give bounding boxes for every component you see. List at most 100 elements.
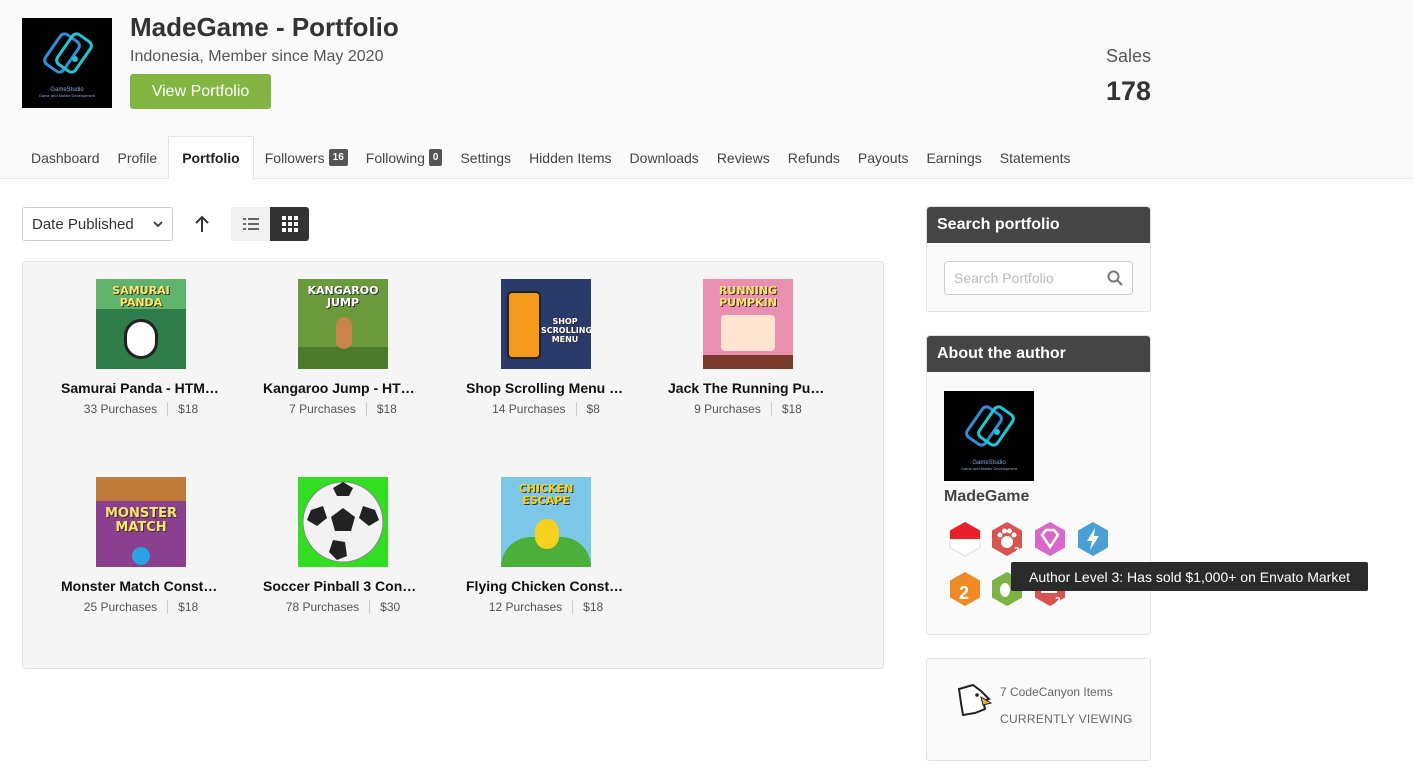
tab-label: Reviews [716, 149, 770, 166]
search-panel-title: Search portfolio [927, 207, 1150, 243]
item-title[interactable]: Soccer Pinball 3 Construct 3 [263, 578, 423, 594]
about-panel-title: About the author [927, 336, 1150, 372]
tab-profile[interactable]: Profile [109, 136, 167, 179]
search-icon[interactable] [1107, 270, 1123, 286]
author-level-badge[interactable]: 3 [989, 521, 1025, 557]
portfolio-item[interactable]: SAMURAI PANDA Samurai Panda - HTML5 Game… [51, 279, 231, 416]
tab-refunds[interactable]: Refunds [779, 136, 849, 179]
elite-badge[interactable] [1032, 521, 1068, 557]
grid-view-button[interactable] [270, 207, 309, 241]
item-thumbnail[interactable]: CHICKEN ESCAPE [501, 477, 591, 567]
item-title[interactable]: Monster Match Construct 3 [61, 578, 221, 594]
author-logo[interactable]: GameStudio Game and Mobile Development [22, 18, 112, 108]
years-number: 2 [959, 583, 969, 603]
item-purchases: 33 Purchases [83, 402, 158, 416]
portfolio-item[interactable]: Soccer Pinball 3 Construct 3 78 Purchase… [253, 477, 433, 614]
tab-reviews[interactable]: Reviews [708, 136, 779, 179]
portfolio-item[interactable]: CHICKEN ESCAPE Flying Chicken Construct … [456, 477, 636, 614]
tab-following[interactable]: Following 0 [357, 136, 452, 179]
dashboard-tabs: Dashboard Profile Portfolio Followers 16 … [22, 136, 1080, 179]
item-meta: 9 Purchases $18 [658, 402, 838, 416]
logo-tagline-text: Game and Mobile Development [38, 92, 96, 98]
currently-viewing-panel: 7 CodeCanyon Items CURRENTLY VIEWING [926, 658, 1151, 761]
sold-number: 2 [1055, 596, 1061, 607]
tab-settings[interactable]: Settings [451, 136, 520, 179]
item-meta: 25 Purchases $18 [51, 600, 231, 614]
item-meta: 14 Purchases $8 [456, 402, 636, 416]
tab-followers[interactable]: Followers 16 [256, 136, 357, 179]
item-price: $18 [178, 600, 199, 614]
item-meta: 12 Purchases $18 [456, 600, 636, 614]
sort-direction-button[interactable] [191, 213, 213, 235]
list-icon [242, 218, 259, 230]
eagle-icon [957, 683, 993, 717]
sort-select-value: Date Published [32, 215, 134, 233]
arrow-up-icon [195, 215, 209, 232]
tab-label: Portfolio [182, 149, 240, 166]
tab-dashboard[interactable]: Dashboard [22, 136, 109, 179]
level-number: 3 [1014, 546, 1020, 557]
item-thumbnail[interactable]: RUNNING PUMPKIN [703, 279, 793, 369]
tab-earnings[interactable]: Earnings [917, 136, 990, 179]
thumb-title-text: RUNNING PUMPKIN [718, 284, 778, 309]
item-thumbnail[interactable]: KANGAROO JUMP [298, 279, 388, 369]
item-title[interactable]: Jack The Running Pumpkin - HTML5 [668, 380, 828, 396]
followers-count-badge: 16 [328, 149, 348, 166]
grid-icon [281, 216, 298, 232]
item-title[interactable]: Shop Scrolling Menu - Construct 3 [466, 380, 626, 396]
country-flag-badge[interactable] [947, 521, 983, 557]
item-purchases: 12 Purchases [488, 600, 563, 614]
item-price: $18 [178, 402, 199, 416]
avatar-tagline-text: Game and Mobile Development [960, 465, 1018, 471]
candle-icon: 2 [950, 572, 980, 606]
portfolio-item[interactable]: MONSTER MATCH Monster Match Construct 3 … [51, 477, 231, 614]
portfolio-controls: Date Published [22, 207, 309, 241]
years-badge[interactable]: 2 [947, 571, 983, 607]
item-thumbnail[interactable] [298, 477, 388, 567]
item-thumbnail[interactable]: SHOP SCROLLING MENU [501, 279, 591, 369]
sales-label: Sales [1106, 46, 1152, 66]
thumb-title-text: CHICKEN ESCAPE [518, 482, 574, 507]
author-level-tooltip: Author Level 3: Has sold $1,000+ on Enva… [1011, 562, 1368, 591]
item-title[interactable]: Samurai Panda - HTML5 Game (Construct 3) [61, 380, 221, 396]
view-portfolio-button[interactable]: View Portfolio [130, 74, 271, 109]
tab-label: Statements [999, 149, 1071, 166]
currently-viewing-label: CURRENTLY VIEWING [1000, 712, 1133, 726]
item-thumbnail[interactable]: MONSTER MATCH [96, 477, 186, 567]
portfolio-grid: SAMURAI PANDA Samurai Panda - HTML5 Game… [22, 261, 884, 669]
list-view-button[interactable] [231, 207, 270, 241]
item-title[interactable]: Flying Chicken Construct 3 [466, 578, 626, 594]
tab-downloads[interactable]: Downloads [621, 136, 708, 179]
author-avatar[interactable]: GameStudio Game and Mobile Development [944, 391, 1034, 481]
tab-label: Profile [117, 149, 158, 166]
tab-statements[interactable]: Statements [991, 136, 1080, 179]
thumb-title-text: SAMURAI PANDA [112, 284, 170, 309]
search-input[interactable] [954, 270, 1104, 286]
diamond-icon [1035, 522, 1065, 556]
following-count-badge: 0 [428, 149, 443, 166]
tab-label: Hidden Items [529, 149, 612, 166]
author-location-since: Indonesia, Member since May 2020 [130, 48, 384, 65]
sort-select[interactable]: Date Published [22, 207, 173, 241]
page-title: MadeGame - Portfolio [130, 12, 399, 42]
tab-portfolio[interactable]: Portfolio [168, 136, 254, 179]
search-portfolio-panel: Search portfolio [926, 206, 1151, 312]
indonesia-flag-icon [949, 521, 981, 557]
tab-payouts[interactable]: Payouts [849, 136, 918, 179]
sales-count: 178 [1106, 76, 1152, 106]
portfolio-item[interactable]: RUNNING PUMPKIN Jack The Running Pumpkin… [658, 279, 838, 416]
item-title[interactable]: Kangaroo Jump - HTML5 Game [263, 380, 423, 396]
item-price: $30 [380, 600, 401, 614]
power-elite-badge[interactable] [1075, 521, 1111, 557]
tab-label: Payouts [857, 149, 909, 166]
author-name[interactable]: MadeGame [944, 488, 1029, 506]
item-purchases: 7 Purchases [289, 402, 356, 416]
portfolio-item[interactable]: SHOP SCROLLING MENU Shop Scrolling Menu … [456, 279, 636, 416]
item-price: $18 [781, 402, 802, 416]
viewing-items-count[interactable]: 7 CodeCanyon Items [1000, 685, 1113, 699]
portfolio-item[interactable]: KANGAROO JUMP Kangaroo Jump - HTML5 Game… [253, 279, 433, 416]
gamepad-logo-icon [965, 404, 1015, 447]
item-price: $8 [586, 402, 600, 416]
tab-hidden-items[interactable]: Hidden Items [520, 136, 620, 179]
item-thumbnail[interactable]: SAMURAI PANDA [96, 279, 186, 369]
